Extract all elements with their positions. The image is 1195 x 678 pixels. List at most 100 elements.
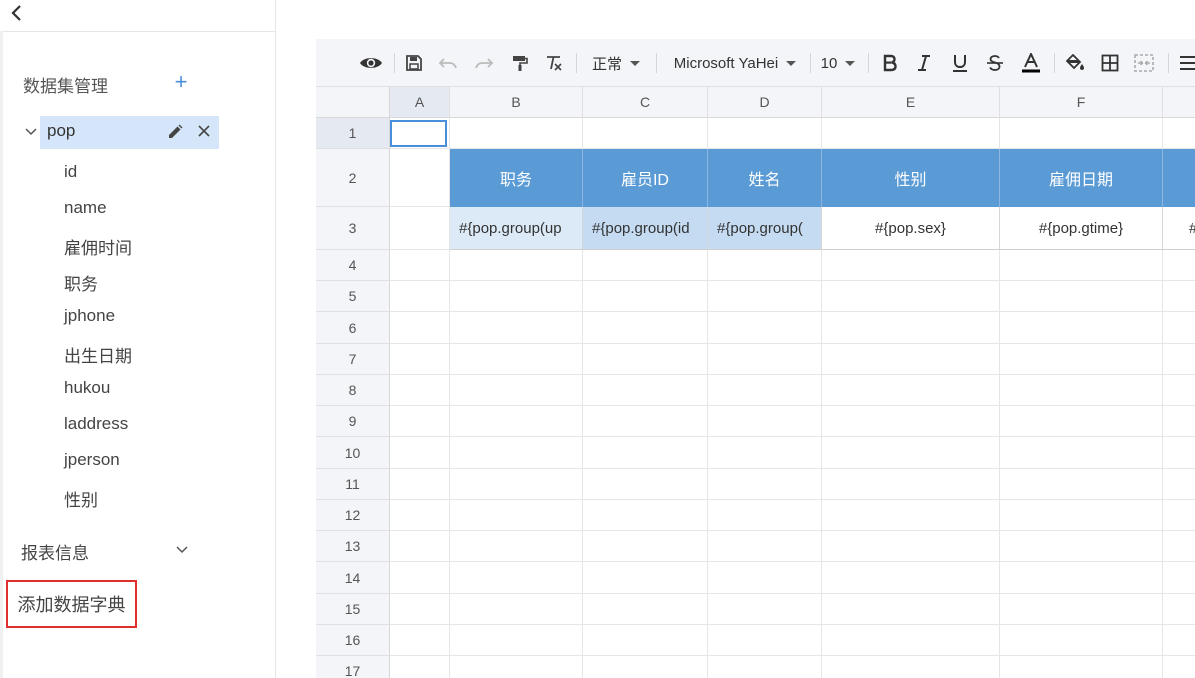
field-item-id[interactable]: id — [64, 162, 77, 182]
redo-button[interactable] — [472, 51, 496, 75]
font-color-button[interactable] — [1018, 51, 1044, 75]
field-cell-next[interactable]: # — [1163, 207, 1195, 250]
chevron-down-icon[interactable] — [175, 543, 189, 557]
panel-edge — [0, 31, 3, 678]
dataset-management-title: 数据集管理 — [23, 77, 108, 96]
field-cell-gender[interactable]: #{pop.sex} — [822, 207, 1000, 250]
clear-format-button[interactable] — [542, 51, 566, 75]
row-header-9[interactable]: 9 — [316, 406, 390, 437]
row-header-14[interactable]: 14 — [316, 562, 390, 594]
undo-icon — [438, 58, 457, 69]
header-cell-hire-date[interactable]: 雇佣日期 — [1000, 149, 1163, 207]
field-item-jperson[interactable]: jperson — [64, 450, 120, 470]
report-info-section[interactable]: 报表信息 — [21, 539, 89, 564]
row-header-13[interactable]: 13 — [316, 531, 390, 562]
toolbar-separator — [1168, 53, 1169, 73]
field-item-birth-date[interactable]: 出生日期 — [64, 342, 132, 367]
col-header-g[interactable] — [1163, 87, 1195, 118]
grid-line — [390, 343, 1195, 344]
field-item-hukou[interactable]: hukou — [64, 378, 110, 398]
row-header-5[interactable]: 5 — [316, 281, 390, 312]
bold-button[interactable] — [878, 51, 902, 75]
grid-line — [390, 405, 1195, 406]
caret-down-icon — [845, 60, 856, 66]
spreadsheet: 正常 Microsoft YaHei 10 A B C D E F 1 2 3 … — [316, 39, 1195, 678]
preview-button[interactable] — [358, 51, 384, 75]
col-header-c[interactable]: C — [583, 87, 708, 118]
field-cell-hire-date[interactable]: #{pop.gtime} — [1000, 207, 1163, 250]
strikethrough-button[interactable] — [983, 51, 1007, 75]
save-button[interactable] — [402, 51, 426, 75]
toolbar-separator — [810, 53, 811, 73]
toolbar-separator — [576, 53, 577, 73]
grid-corner[interactable] — [316, 87, 390, 118]
borders-button[interactable] — [1098, 51, 1122, 75]
close-icon[interactable] — [196, 123, 212, 139]
row-header-10[interactable]: 10 — [316, 437, 390, 469]
preview-eye-icon — [360, 58, 382, 68]
grid-line — [390, 436, 1195, 437]
undo-button[interactable] — [436, 51, 460, 75]
caret-down-icon — [630, 60, 640, 66]
row-header-6[interactable]: 6 — [316, 312, 390, 344]
toolbar-separator — [394, 53, 395, 73]
header-cell-next[interactable] — [1163, 149, 1195, 207]
chevron-left-icon — [11, 5, 21, 21]
strikethrough-icon — [987, 55, 1003, 71]
grid-line — [390, 561, 1195, 562]
grid-line — [390, 655, 1195, 656]
format-painter-icon — [513, 56, 528, 71]
caret-down-icon — [786, 60, 797, 66]
field-item-name[interactable]: name — [64, 198, 107, 218]
header-cell-gender[interactable]: 性别 — [822, 149, 1000, 207]
field-item-hire-time[interactable]: 雇佣时间 — [64, 234, 132, 259]
row-header-16[interactable]: 16 — [316, 625, 390, 656]
back-button[interactable] — [6, 2, 28, 24]
field-cell-name[interactable]: #{pop.group( — [708, 207, 822, 250]
align-button[interactable] — [1176, 51, 1195, 75]
add-data-dictionary-button[interactable]: 添加数据字典 — [6, 580, 137, 628]
merge-cells-button[interactable] — [1132, 51, 1156, 75]
add-dataset-button[interactable]: + — [172, 71, 190, 94]
field-item-position[interactable]: 职务 — [64, 270, 98, 295]
format-painter-button[interactable] — [508, 51, 532, 75]
merge-cells-icon — [1134, 54, 1154, 72]
row-header-8[interactable]: 8 — [316, 375, 390, 406]
fill-color-icon — [1065, 54, 1084, 70]
row-header-12[interactable]: 12 — [316, 500, 390, 531]
style-select[interactable]: 正常 — [588, 51, 644, 75]
field-cell-employee-id[interactable]: #{pop.group(id — [583, 207, 708, 250]
align-icon — [1180, 56, 1195, 70]
field-item-gender[interactable]: 性别 — [64, 486, 98, 511]
field-cell-position[interactable]: #{pop.group(up — [450, 207, 583, 250]
fill-color-button[interactable] — [1062, 51, 1088, 75]
font-family-value: Microsoft YaHei — [673, 54, 779, 72]
chevron-down-icon[interactable] — [23, 123, 39, 139]
bold-icon — [883, 54, 897, 72]
col-header-e[interactable]: E — [822, 87, 1000, 118]
font-color-icon — [1022, 53, 1040, 73]
font-family-select[interactable]: Microsoft YaHei — [666, 51, 804, 75]
header-cell-employee-id[interactable]: 雇员ID — [583, 149, 708, 207]
underline-button[interactable] — [948, 51, 972, 75]
row-header-15[interactable]: 15 — [316, 594, 390, 625]
italic-button[interactable] — [912, 51, 936, 75]
col-header-f[interactable]: F — [1000, 87, 1163, 118]
col-header-d[interactable]: D — [708, 87, 822, 118]
row-header-17[interactable]: 17 — [316, 656, 390, 678]
row-header-4[interactable]: 4 — [316, 250, 390, 281]
col-header-a[interactable]: A — [390, 87, 450, 118]
row-header-3[interactable]: 3 — [316, 207, 390, 250]
row-header-7[interactable]: 7 — [316, 344, 390, 375]
field-item-laddress[interactable]: laddress — [64, 414, 128, 434]
row-header-1[interactable]: 1 — [316, 118, 390, 149]
row-header-2[interactable]: 2 — [316, 149, 390, 207]
font-size-select[interactable]: 10 — [818, 51, 858, 75]
field-item-jphone[interactable]: jphone — [64, 306, 115, 326]
header-cell-position[interactable]: 职务 — [450, 149, 583, 207]
header-cell-name[interactable]: 姓名 — [708, 149, 822, 207]
redo-icon — [475, 58, 494, 69]
col-header-b[interactable]: B — [450, 87, 583, 118]
edit-pencil-icon[interactable] — [166, 123, 184, 141]
row-header-11[interactable]: 11 — [316, 469, 390, 500]
